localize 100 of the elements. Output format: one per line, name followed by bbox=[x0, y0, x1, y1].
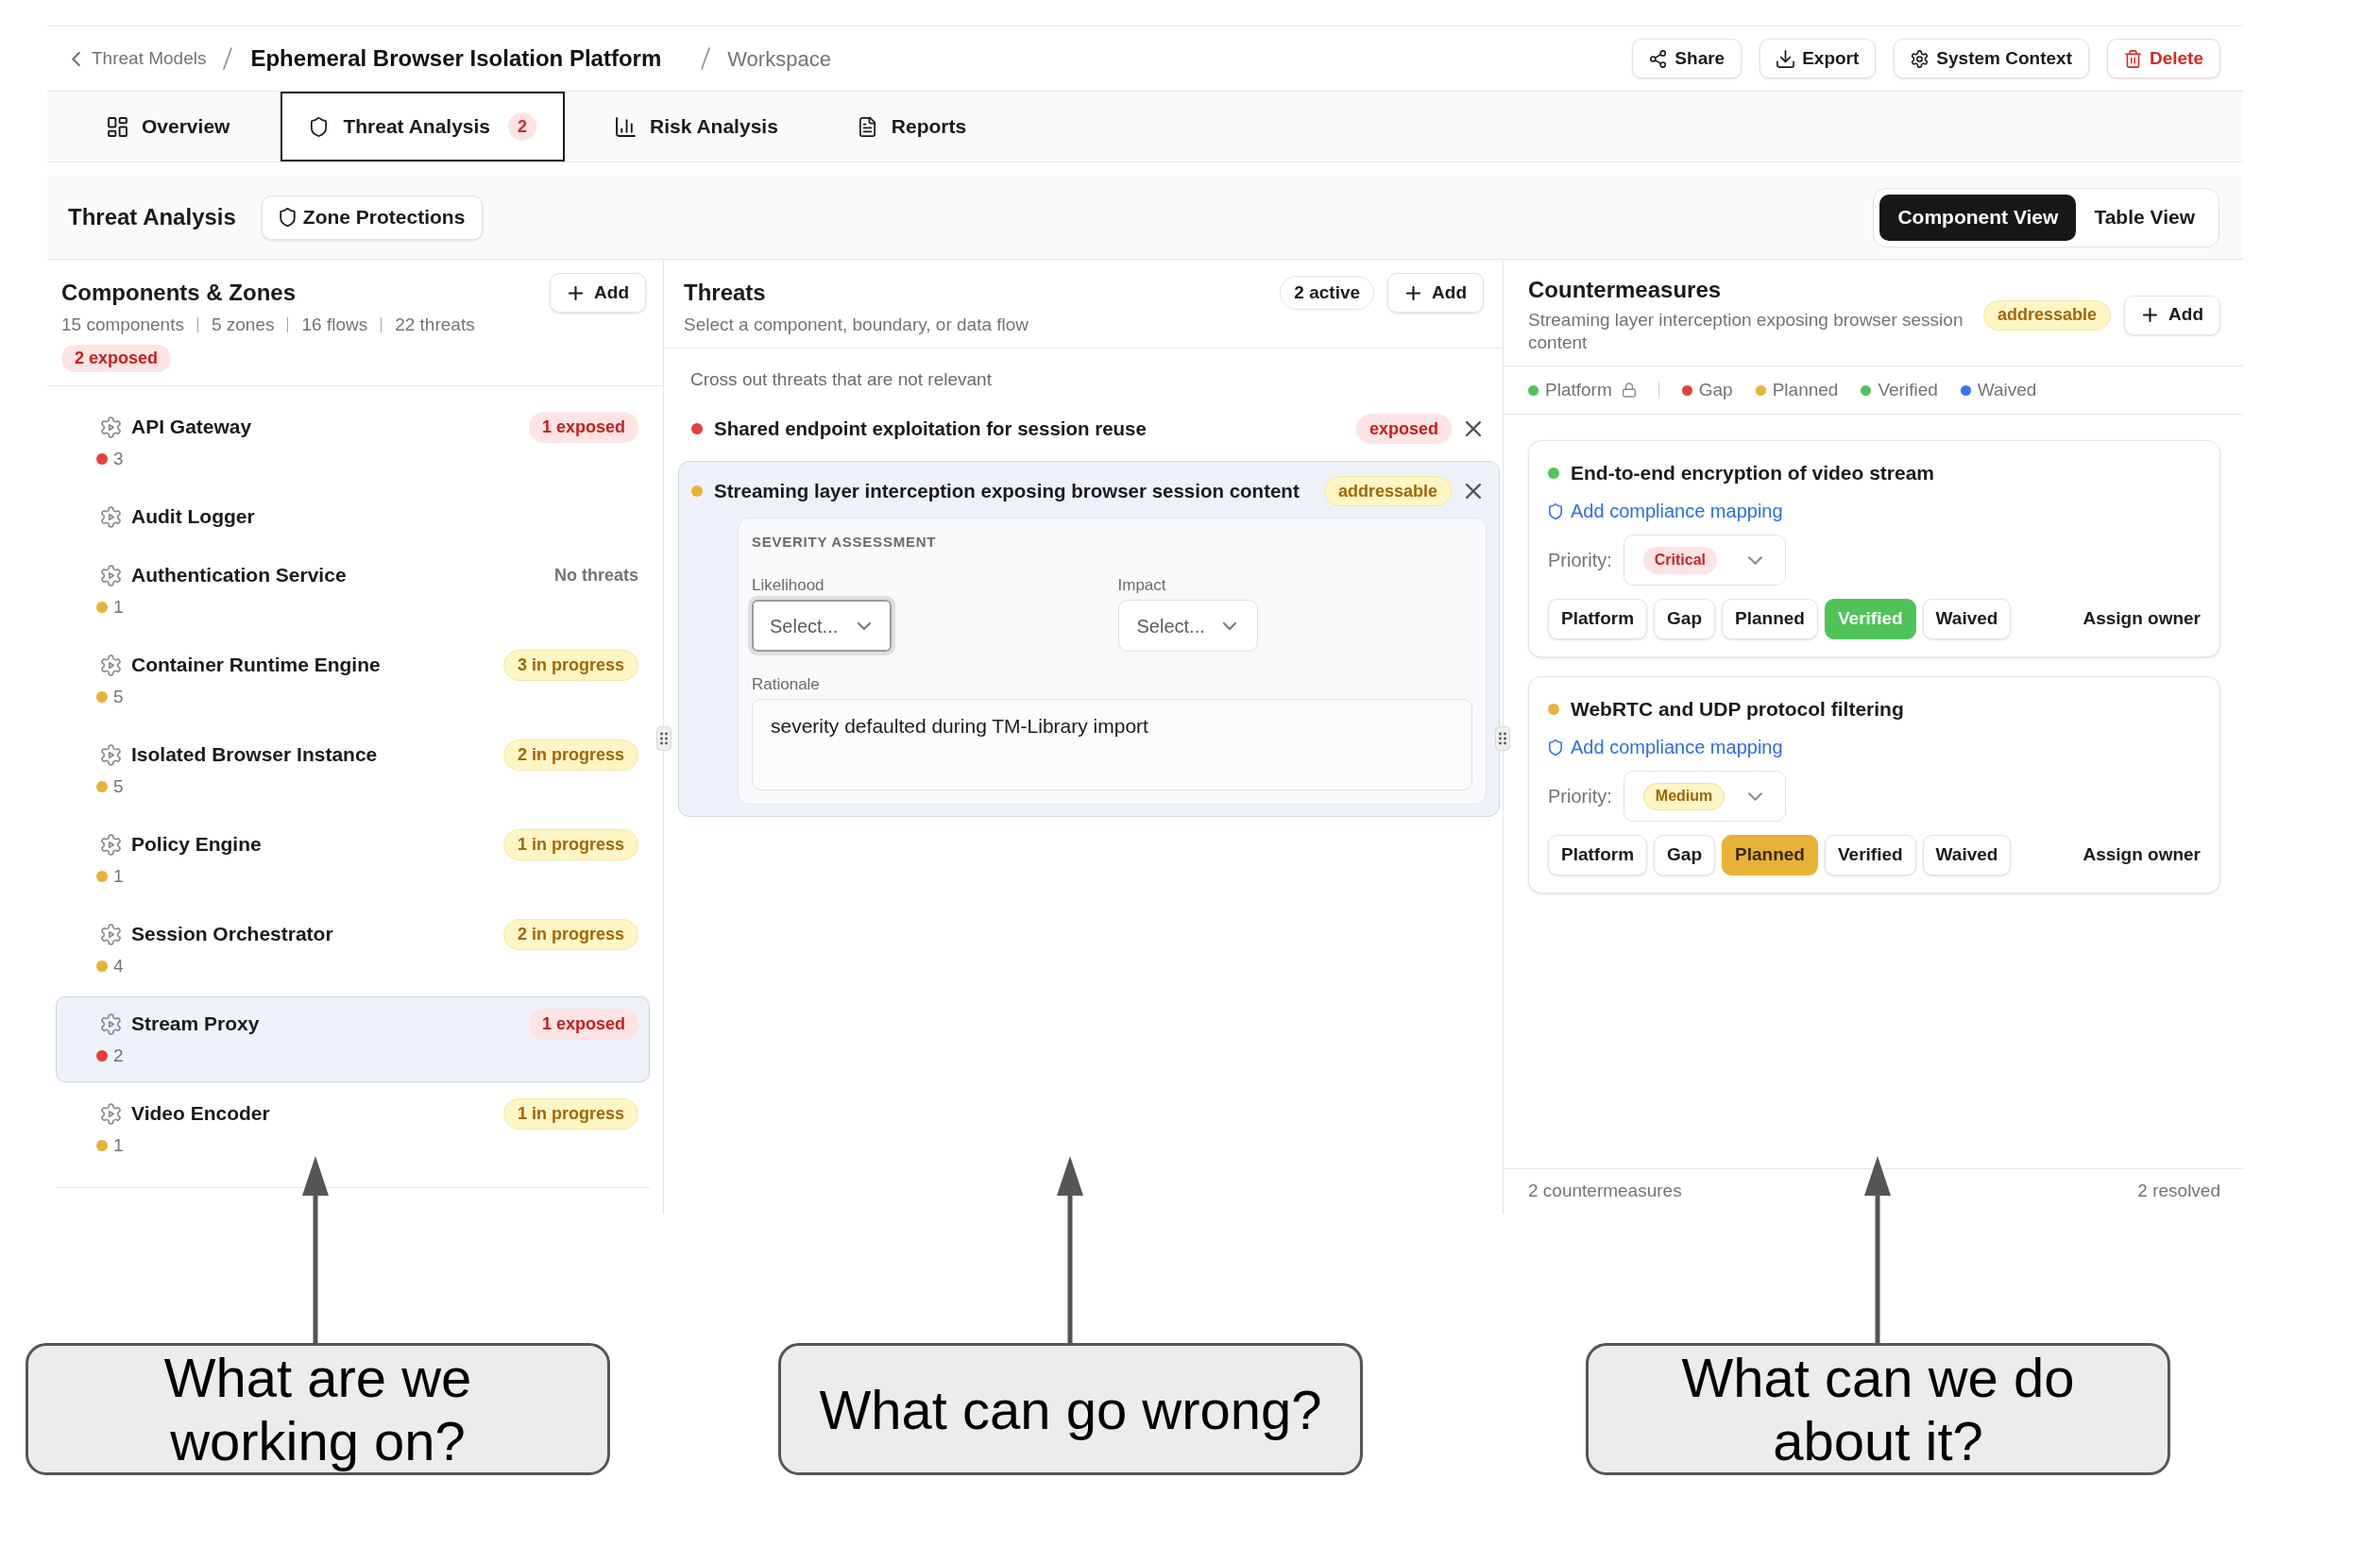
chevron-down-icon bbox=[1747, 791, 1762, 801]
close-icon[interactable] bbox=[1466, 484, 1481, 499]
threat-count: 5 bbox=[113, 774, 124, 798]
status-button[interactable]: Platform bbox=[1548, 835, 1648, 876]
status-button[interactable]: Planned bbox=[1722, 599, 1818, 639]
tab[interactable]: Threat Analysis 2 bbox=[280, 92, 566, 162]
plus-icon bbox=[1406, 285, 1421, 300]
status-badge: 3 in progress bbox=[502, 649, 638, 681]
status-badge: 1 in progress bbox=[502, 828, 638, 860]
chevron-down-icon bbox=[1747, 555, 1762, 565]
component-list-item[interactable]: Isolated Browser Instance 2 in progress 5 bbox=[56, 727, 650, 813]
active-count-badge: 2 active bbox=[1280, 276, 1375, 310]
component-list-item[interactable]: Video Encoder 1 in progress 1 bbox=[56, 1086, 650, 1172]
threat-item[interactable]: Shared endpoint exploitation for session reuse exposed bbox=[678, 399, 1500, 459]
status-button[interactable]: Planned bbox=[1722, 835, 1818, 876]
component-list-item[interactable]: Stream Proxy 1 exposed 2 bbox=[56, 996, 650, 1082]
status-badge: 1 in progress bbox=[502, 1097, 638, 1130]
legend-label: Planned bbox=[1772, 378, 1839, 401]
tab[interactable]: Risk Analysis bbox=[587, 92, 807, 162]
compliance-link[interactable]: Add compliance mapping bbox=[1548, 499, 1783, 523]
threat-count: 1 bbox=[113, 595, 124, 619]
gear-icon bbox=[100, 505, 122, 528]
view-toggle-option[interactable]: Table View bbox=[2076, 194, 2213, 241]
status-badge: 1 exposed bbox=[528, 1008, 638, 1040]
layout-grid-icon bbox=[108, 116, 128, 137]
chevron-down-icon bbox=[858, 621, 871, 630]
field-label: Rationale bbox=[752, 675, 821, 694]
panel-subtitle: Select a component, boundary, or data flow bbox=[684, 314, 1030, 336]
zone-protections-button[interactable]: Zone Protections bbox=[261, 195, 484, 240]
callout-box: What are we working on? bbox=[26, 1343, 610, 1475]
countermeasure-title: WebRTC and UDP protocol filtering bbox=[1571, 697, 1904, 722]
threat-count: 5 bbox=[113, 685, 124, 708]
assign-owner-button[interactable]: Assign owner bbox=[2082, 605, 2201, 633]
panel-title: Components & Zones bbox=[61, 279, 296, 307]
status-text: No threats bbox=[554, 564, 638, 586]
shield-icon bbox=[1549, 739, 1562, 756]
add-button[interactable]: Add bbox=[2124, 295, 2220, 335]
settings-button[interactable]: System Context bbox=[1894, 39, 2089, 78]
component-list-item[interactable]: Container Runtime Engine 3 in progress 5 bbox=[56, 638, 650, 723]
panel-subtitle: Streaming layer interception exposing browser session content bbox=[1528, 309, 1964, 354]
status-button[interactable]: Gap bbox=[1654, 599, 1716, 639]
component-list-item[interactable]: Authentication Service No threats 1 bbox=[56, 548, 650, 634]
rationale-field[interactable]: severity defaulted during TM-Library import bbox=[752, 699, 1472, 790]
priority-select[interactable]: Critical bbox=[1623, 535, 1786, 586]
resize-handle[interactable] bbox=[1495, 726, 1510, 751]
status-button[interactable]: Waived bbox=[1922, 835, 2012, 876]
component-list-item[interactable]: API Gateway 1 exposed 3 bbox=[56, 400, 650, 485]
add-button[interactable]: Add bbox=[1387, 273, 1484, 313]
select-field[interactable]: Select... bbox=[748, 596, 895, 655]
close-icon[interactable] bbox=[1466, 421, 1481, 436]
compliance-link[interactable]: Add compliance mapping bbox=[1548, 735, 1783, 759]
resolved-count: 2 resolved bbox=[2137, 1180, 2220, 1203]
threat-count: 2 bbox=[113, 1044, 124, 1067]
back-link[interactable]: Threat Models bbox=[72, 44, 207, 73]
priority-select[interactable]: Medium bbox=[1623, 771, 1786, 822]
status-button[interactable]: Verified bbox=[1824, 835, 1916, 876]
component-name: Isolated Browser Instance bbox=[131, 742, 378, 768]
component-list-item[interactable]: Session Orchestrator 2 in progress 4 bbox=[56, 907, 650, 993]
tab[interactable]: Reports bbox=[828, 92, 995, 162]
status-badge: 2 in progress bbox=[502, 918, 638, 950]
status-button[interactable]: Platform bbox=[1548, 599, 1648, 639]
trash-icon bbox=[2123, 49, 2142, 68]
component-list-item[interactable]: Policy Engine 1 in progress 1 bbox=[56, 817, 650, 903]
share-icon bbox=[1649, 49, 1668, 68]
stat-text: 15 components bbox=[61, 313, 184, 336]
breadcrumb-separator bbox=[701, 47, 711, 70]
field-label: Impact bbox=[1117, 576, 1166, 595]
page-title: Ephemeral Browser Isolation Platform bbox=[250, 44, 662, 73]
status-badge: addressable bbox=[1983, 299, 2112, 331]
status-badge: 1 exposed bbox=[528, 411, 638, 443]
legend-label: Verified bbox=[1878, 378, 1938, 401]
callout-box: What can go wrong? bbox=[778, 1343, 1363, 1475]
status-badge: 2 in progress bbox=[502, 739, 638, 771]
component-list-item[interactable]: Audit Logger bbox=[56, 489, 650, 544]
view-toggle-option[interactable]: Component View bbox=[1879, 194, 2077, 241]
status-button[interactable]: Gap bbox=[1654, 835, 1716, 876]
select-field[interactable]: Select... bbox=[1117, 600, 1258, 652]
gear-icon bbox=[100, 416, 122, 438]
status-badge: exposed bbox=[1355, 414, 1452, 444]
component-name: Container Runtime Engine bbox=[131, 653, 381, 678]
tab[interactable]: Overview bbox=[79, 92, 259, 162]
stat-text: 22 threats bbox=[395, 313, 475, 336]
assign-owner-button[interactable]: Assign owner bbox=[2082, 842, 2201, 869]
status-button[interactable]: Waived bbox=[1922, 599, 2012, 639]
share-button[interactable]: Share bbox=[1632, 39, 1742, 78]
export-button[interactable]: Export bbox=[1760, 39, 1877, 78]
add-button[interactable]: Add bbox=[550, 273, 646, 313]
stat-text: 5 zones bbox=[211, 313, 275, 336]
document-icon bbox=[857, 116, 877, 137]
gear-icon bbox=[100, 654, 122, 676]
shield-icon bbox=[279, 208, 296, 227]
component-name: Authentication Service bbox=[131, 563, 347, 588]
threat-count: 4 bbox=[113, 954, 124, 978]
plus-icon bbox=[2143, 308, 2158, 322]
gear-icon bbox=[100, 923, 122, 945]
component-name: Stream Proxy bbox=[131, 1012, 260, 1037]
resize-handle[interactable] bbox=[656, 726, 672, 751]
delete-button[interactable]: Delete bbox=[2106, 39, 2220, 78]
download-icon bbox=[1776, 49, 1795, 68]
threat-card[interactable]: Streaming layer interception exposing browser session content addressable SEVERITY ASSESSMENT Likelihood Select... Impact Select... Rationale severity defaulted during TM-Library import bbox=[678, 461, 1500, 817]
